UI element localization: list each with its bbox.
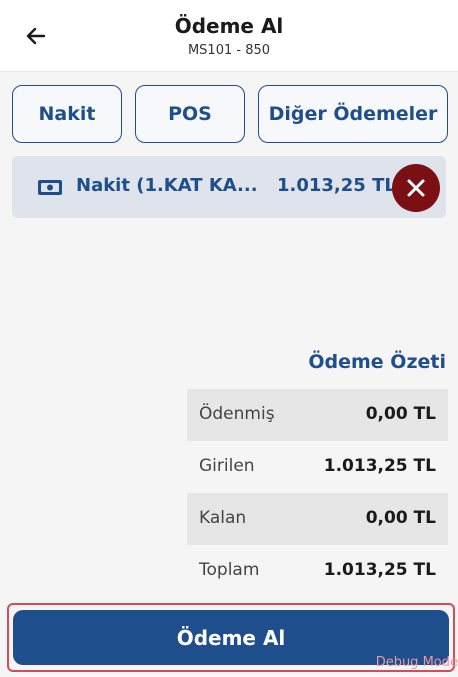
summary-label: Toplam [199,560,260,580]
app-header: Ödeme Al MS101 - 850 [0,0,458,72]
summary-row-entered: Girilen 1.013,25 TL [187,441,448,493]
summary-row-paid: Ödenmiş 0,00 TL [187,389,448,441]
tab-cash[interactable]: Nakit [12,85,122,143]
summary-title: Ödeme Özeti [308,351,446,373]
close-icon [407,179,425,197]
summary-value: 1.013,25 TL [323,560,436,580]
summary-label: Kalan [199,508,247,528]
summary-value: 0,00 TL [365,404,436,424]
summary-label: Girilen [199,456,255,476]
summary-value: 0,00 TL [365,508,436,528]
payment-entry: Nakit (1.KAT KA... 1.013,25 TL [12,156,446,218]
payment-amount: 1.013,25 TL [277,175,396,196]
summary-row-remaining: Kalan 0,00 TL [187,493,448,545]
summary-row-total: Toplam 1.013,25 TL [187,545,448,597]
tab-pos[interactable]: POS [135,85,245,143]
page-title: Ödeme Al [174,14,284,38]
summary-label: Ödenmiş [199,404,275,424]
tab-other-payments[interactable]: Diğer Ödemeler [258,85,448,143]
debug-mode-label: Debug Mode [375,655,458,670]
summary-value: 1.013,25 TL [323,456,436,476]
cash-icon [38,180,62,195]
payment-name: Nakit (1.KAT KA... [76,175,258,196]
remove-payment-button[interactable] [392,164,440,212]
page-subtitle: MS101 - 850 [187,43,271,58]
